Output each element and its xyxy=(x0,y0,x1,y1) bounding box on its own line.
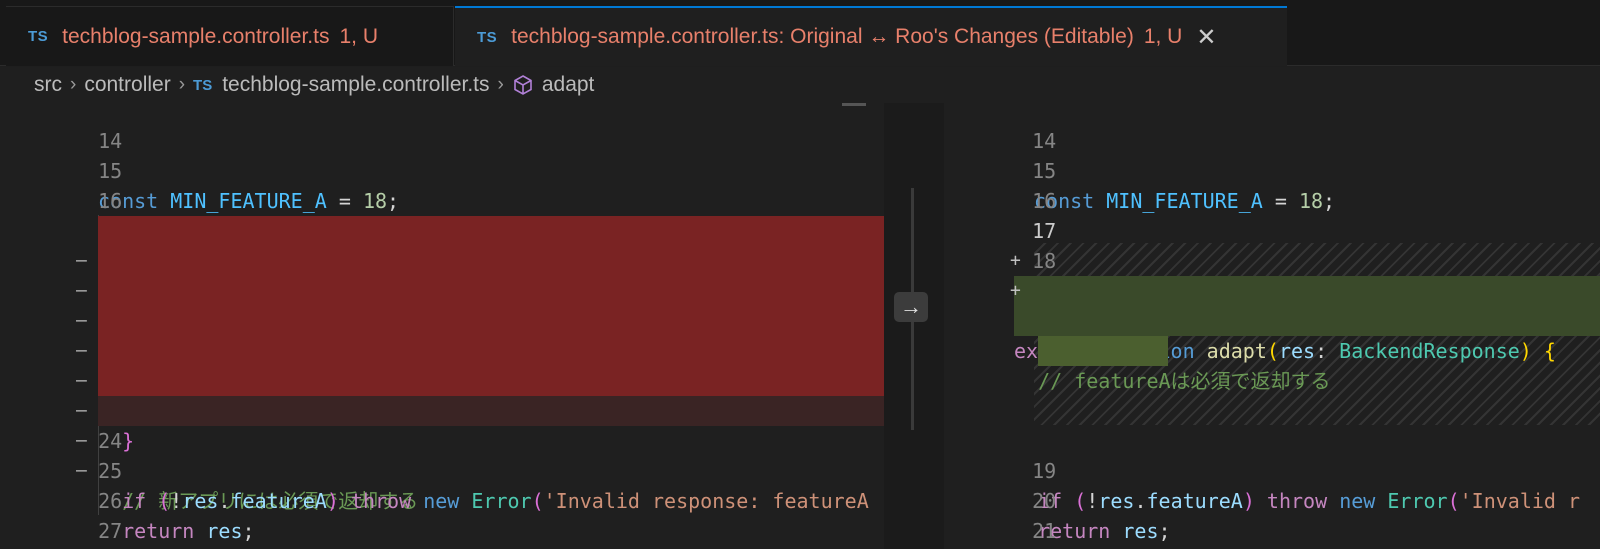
code-line-added[interactable]: 18 + // featureAは必須で返却する xyxy=(944,216,1600,393)
code-line[interactable]: 20 return res; xyxy=(944,456,1600,543)
breadcrumb: src › controller › TS techblog-sample.co… xyxy=(0,67,1600,103)
tab-title: techblog-sample.controller.ts: Original … xyxy=(511,25,1134,48)
code-text: // featureAは必須で返却する xyxy=(1038,369,1331,393)
code-line-deleted[interactable]: 24 — // 新アプリには必須で返却する xyxy=(0,396,884,513)
typescript-icon: TS xyxy=(477,28,498,46)
breadcrumb-item-file[interactable]: techblog-sample.controller.ts xyxy=(222,73,489,97)
code-line[interactable]: 22 xyxy=(944,516,1600,546)
chevron-right-icon: › xyxy=(497,74,504,95)
added-marker: + xyxy=(1010,280,1021,301)
chevron-right-icon: › xyxy=(70,74,77,95)
code-line[interactable]: 21 } xyxy=(944,486,1600,543)
tab-controller-file[interactable]: TS techblog-sample.controller.ts 1, U xyxy=(6,6,454,66)
tab-bar: TS techblog-sample.controller.ts 1, U TS… xyxy=(0,0,1600,66)
typescript-icon: TS xyxy=(193,76,213,94)
breadcrumb-item-src[interactable]: src xyxy=(34,73,62,97)
code-line[interactable]: 19 if (!res.featureA) throw new Error('I… xyxy=(944,426,1600,513)
code-line[interactable]: 14 xyxy=(0,103,884,153)
code-line-deleted[interactable]: 22 — } xyxy=(0,336,884,453)
code-line[interactable]: 26 return res; xyxy=(0,456,884,543)
code-line-deleted[interactable]: 21 — return copy; xyxy=(0,306,884,423)
tab-problem-badge: 1, U xyxy=(1143,25,1183,48)
close-icon[interactable]: ✕ xyxy=(1196,23,1216,52)
code-line[interactable]: 15 const MIN_FEATURE_A = 18; xyxy=(944,126,1600,213)
tab-diff-view[interactable]: TS techblog-sample.controller.ts: Origin… xyxy=(455,6,1287,66)
code-line[interactable]: 14 xyxy=(944,103,1600,153)
code-line-added[interactable]: 17 + export function adapt(res: BackendR… xyxy=(944,186,1600,363)
code-line-deleted[interactable]: 19 — const copy = { ...res }; xyxy=(0,246,884,363)
original-editor-pane[interactable]: 14 15 const MIN_FEATURE_A = 18; 16 17 — … xyxy=(0,103,884,549)
modified-editor-pane[interactable]: 14 15 const MIN_FEATURE_A = 18; 16 17 + … xyxy=(944,103,1600,549)
code-line[interactable]: 25 if (!res.featureA) throw new Error('I… xyxy=(0,426,884,513)
code-line[interactable]: 16 xyxy=(944,156,1600,213)
breadcrumb-item-symbol[interactable]: adapt xyxy=(542,73,595,97)
code-line-deleted[interactable]: 18 — if (appVersion < MIN_FEATURE_A) { xyxy=(0,216,884,333)
code-line-deleted[interactable]: 23 — xyxy=(0,366,884,451)
code-line[interactable]: 27 } xyxy=(0,486,884,543)
code-line[interactable]: 28 xyxy=(0,516,884,546)
tab-title: techblog-sample.controller.ts xyxy=(62,24,330,48)
typescript-icon: TS xyxy=(28,28,49,45)
code-line-deleted[interactable]: 17 — export function adapt(res: BackendR… xyxy=(0,186,884,363)
breadcrumb-item-controller[interactable]: controller xyxy=(84,73,170,97)
code-line-deleted[interactable]: 20 — delete copy.featureA; // 旧アプリは意図しない… xyxy=(0,276,884,393)
revert-arrow-icon[interactable]: → xyxy=(894,292,928,322)
code-line[interactable]: 15 const MIN_FEATURE_A = 18; xyxy=(0,126,884,213)
diff-overview-gutter xyxy=(884,103,944,549)
line-number: 18 xyxy=(1032,249,1057,273)
method-cube-icon xyxy=(514,75,532,95)
tab-problem-badge: 1, U xyxy=(339,24,378,48)
chevron-right-icon: › xyxy=(178,74,186,95)
code-line[interactable]: 16 xyxy=(0,156,884,213)
